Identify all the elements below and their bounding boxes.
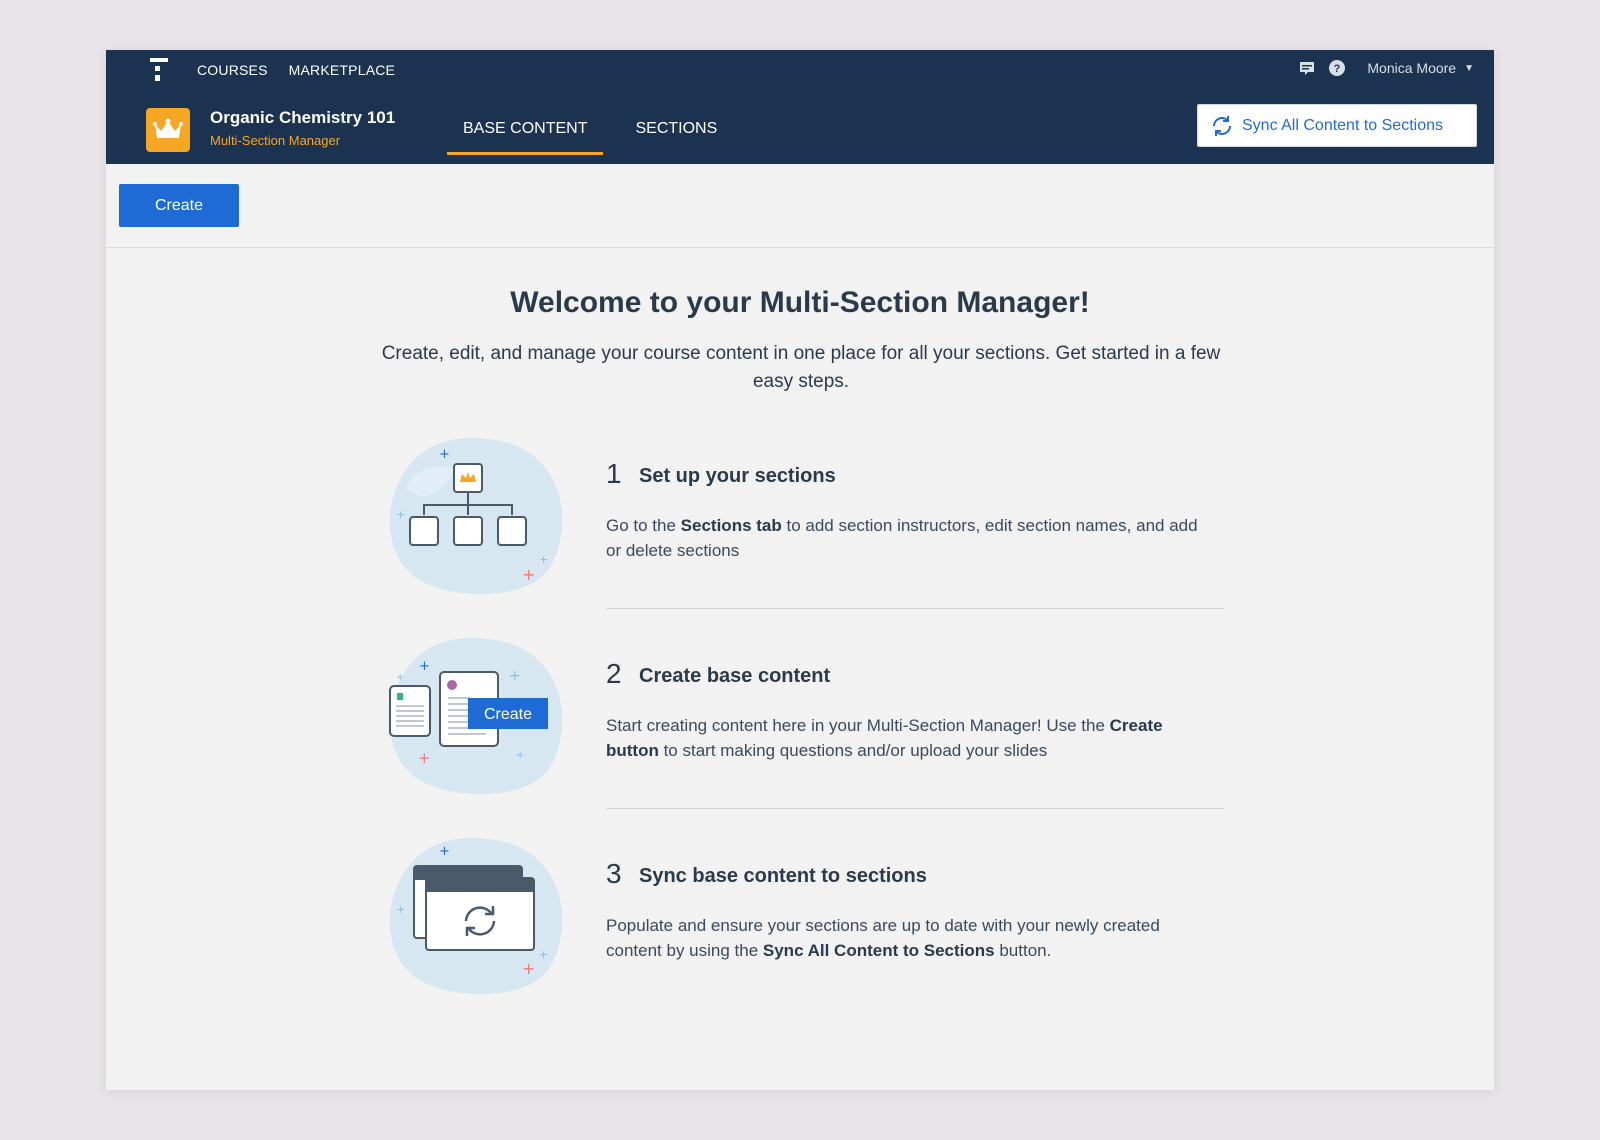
illustration-create-label: Create [484, 706, 532, 723]
tab-base-content[interactable]: BASE CONTENT [447, 112, 604, 155]
chat-icon[interactable] [1299, 60, 1315, 76]
chevron-down-icon: ▼ [1464, 62, 1474, 74]
svg-text:+: + [516, 750, 524, 761]
welcome-description: Create, edit, and manage your course con… [381, 343, 1221, 392]
sync-all-label: Sync All Content to Sections [1242, 116, 1443, 134]
svg-text:+: + [396, 903, 405, 916]
toolbar: Create [106, 164, 1494, 248]
svg-text:+: + [439, 844, 450, 859]
step-title: Set up your sections [639, 465, 836, 487]
sync-all-button[interactable]: Sync All Content to Sections [1197, 104, 1477, 147]
svg-text:?: ? [1334, 63, 1341, 75]
top-nav: COURSES MARKETPLACE [197, 62, 395, 78]
svg-text:+: + [522, 565, 535, 584]
tab-sections[interactable]: SECTIONS [619, 112, 733, 155]
step-description: Start creating content here in your Mult… [606, 716, 1163, 760]
nav-courses[interactable]: COURSES [197, 62, 268, 78]
svg-text:+: + [539, 553, 548, 566]
svg-text:+: + [396, 672, 404, 683]
step-3: + + + + 3 Sync base content to sections … [376, 828, 1216, 998]
svg-text:+: + [418, 749, 431, 767]
help-icon[interactable]: ? [1329, 60, 1346, 76]
step-divider [606, 608, 1224, 609]
tab-bar: BASE CONTENT SECTIONS [447, 112, 749, 155]
step-number: 2 [606, 658, 622, 689]
user-name: Monica Moore [1367, 60, 1457, 76]
step-number: 3 [606, 858, 622, 889]
step-1: + + + + 1 Set up your sections Go to the… [376, 428, 1216, 598]
step-number: 1 [606, 458, 622, 489]
course-subtitle: Multi-Section Manager [210, 133, 341, 148]
sync-icon [1213, 115, 1231, 136]
sync-windows-illustration: + + + + [389, 837, 563, 995]
logo-icon[interactable] [148, 58, 168, 86]
step-2: + + + + + Create 2 Create base content S… [376, 628, 1216, 798]
crown-icon [146, 108, 190, 152]
svg-text:+: + [396, 508, 405, 521]
step-title: Sync base content to sections [639, 865, 927, 887]
svg-text:+: + [419, 659, 430, 674]
nav-marketplace[interactable]: MARKETPLACE [289, 62, 395, 78]
step-title: Create base content [639, 665, 831, 687]
svg-text:+: + [509, 668, 521, 684]
org-chart-illustration: + + + + [389, 437, 563, 595]
svg-text:+: + [522, 959, 535, 978]
step-description: Go to the Sections tab to add section in… [606, 516, 1198, 560]
svg-text:+: + [539, 948, 548, 961]
svg-text:+: + [439, 447, 450, 462]
header: COURSES MARKETPLACE ? Monica Moore ▼ Org… [106, 50, 1494, 164]
course-title: Organic Chemistry 101 [210, 108, 396, 127]
app-window: COURSES MARKETPLACE ? Monica Moore ▼ Org… [106, 50, 1494, 1090]
user-menu[interactable]: Monica Moore ▼ [1367, 60, 1474, 76]
create-button[interactable]: Create [119, 184, 239, 227]
documents-illustration: + + + + + Create [389, 637, 563, 795]
top-right-tools: ? Monica Moore ▼ [1299, 60, 1474, 76]
welcome-title: Welcome to your Multi-Section Manager! [510, 286, 1090, 319]
step-description: Populate and ensure your sections are up… [606, 916, 1160, 960]
step-divider [606, 808, 1224, 809]
